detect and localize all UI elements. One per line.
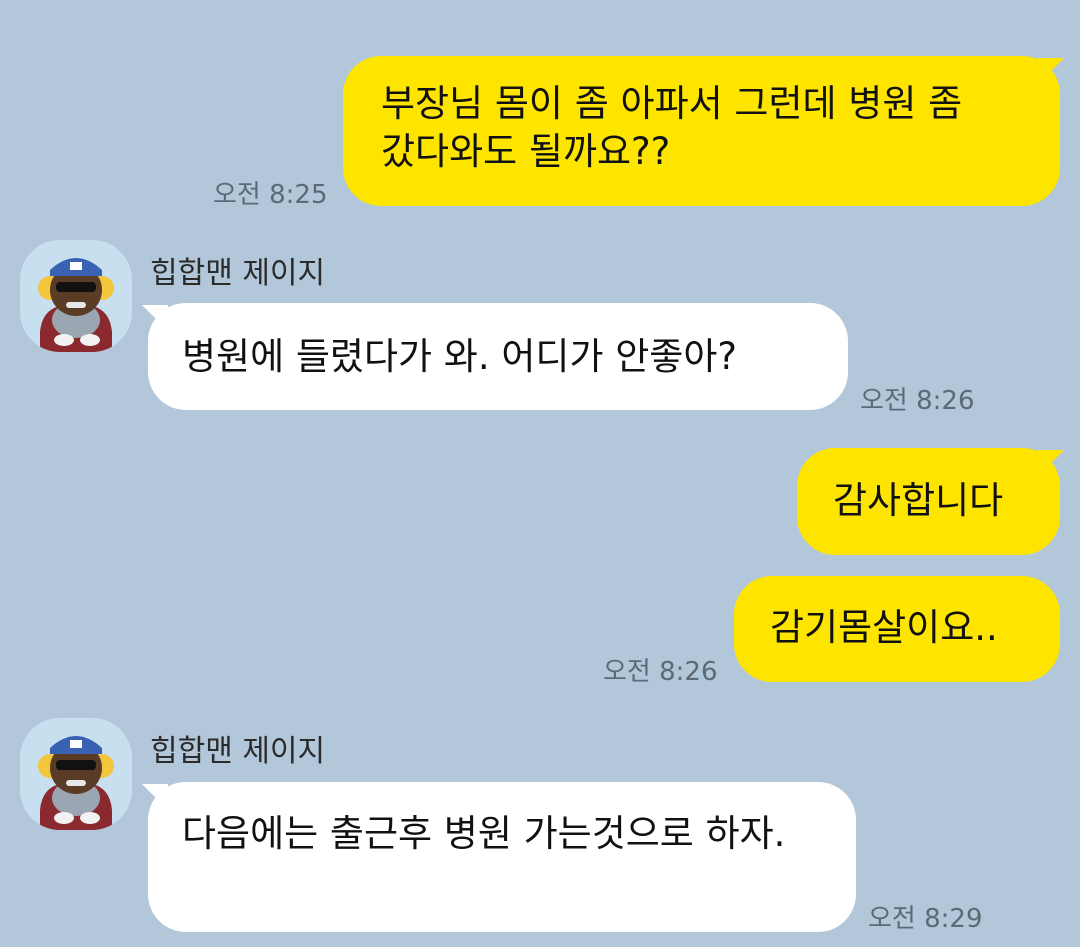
message-bubble-incoming[interactable]: 병원에 들렸다가 와. 어디가 안좋아? <box>148 303 848 410</box>
message-timestamp: 오전 8:29 <box>868 904 983 934</box>
message-bubble-outgoing[interactable]: 감사합니다 <box>797 448 1060 555</box>
message-timestamp: 오전 8:25 <box>213 180 328 210</box>
message-text: 감사합니다 <box>833 479 1004 522</box>
hiphop-character-avatar-icon <box>20 240 132 352</box>
avatar[interactable] <box>20 718 132 830</box>
message-timestamp: 오전 8:26 <box>860 386 975 416</box>
avatar[interactable] <box>20 240 132 352</box>
message-text: 다음에는 출근후 병원 가는것으로 하자. <box>182 812 786 855</box>
message-bubble-outgoing[interactable]: 부장님 몸이 좀 아파서 그런데 병원 좀 갔다와도 될까요?? <box>343 56 1060 206</box>
message-text: 병원에 들렸다가 와. 어디가 안좋아? <box>182 335 738 378</box>
message-text: 부장님 몸이 좀 아파서 그런데 병원 좀 갔다와도 될까요?? <box>381 82 963 173</box>
sender-name: 힙합맨 제이지 <box>150 256 326 291</box>
message-bubble-outgoing[interactable]: 감기몸살이요.. <box>734 576 1060 682</box>
message-bubble-incoming[interactable]: 다음에는 출근후 병원 가는것으로 하자. <box>148 782 856 932</box>
sender-name: 힙합맨 제이지 <box>150 734 326 769</box>
message-text: 감기몸살이요.. <box>770 606 998 649</box>
hiphop-character-avatar-icon <box>20 718 132 830</box>
message-timestamp: 오전 8:26 <box>603 657 718 687</box>
